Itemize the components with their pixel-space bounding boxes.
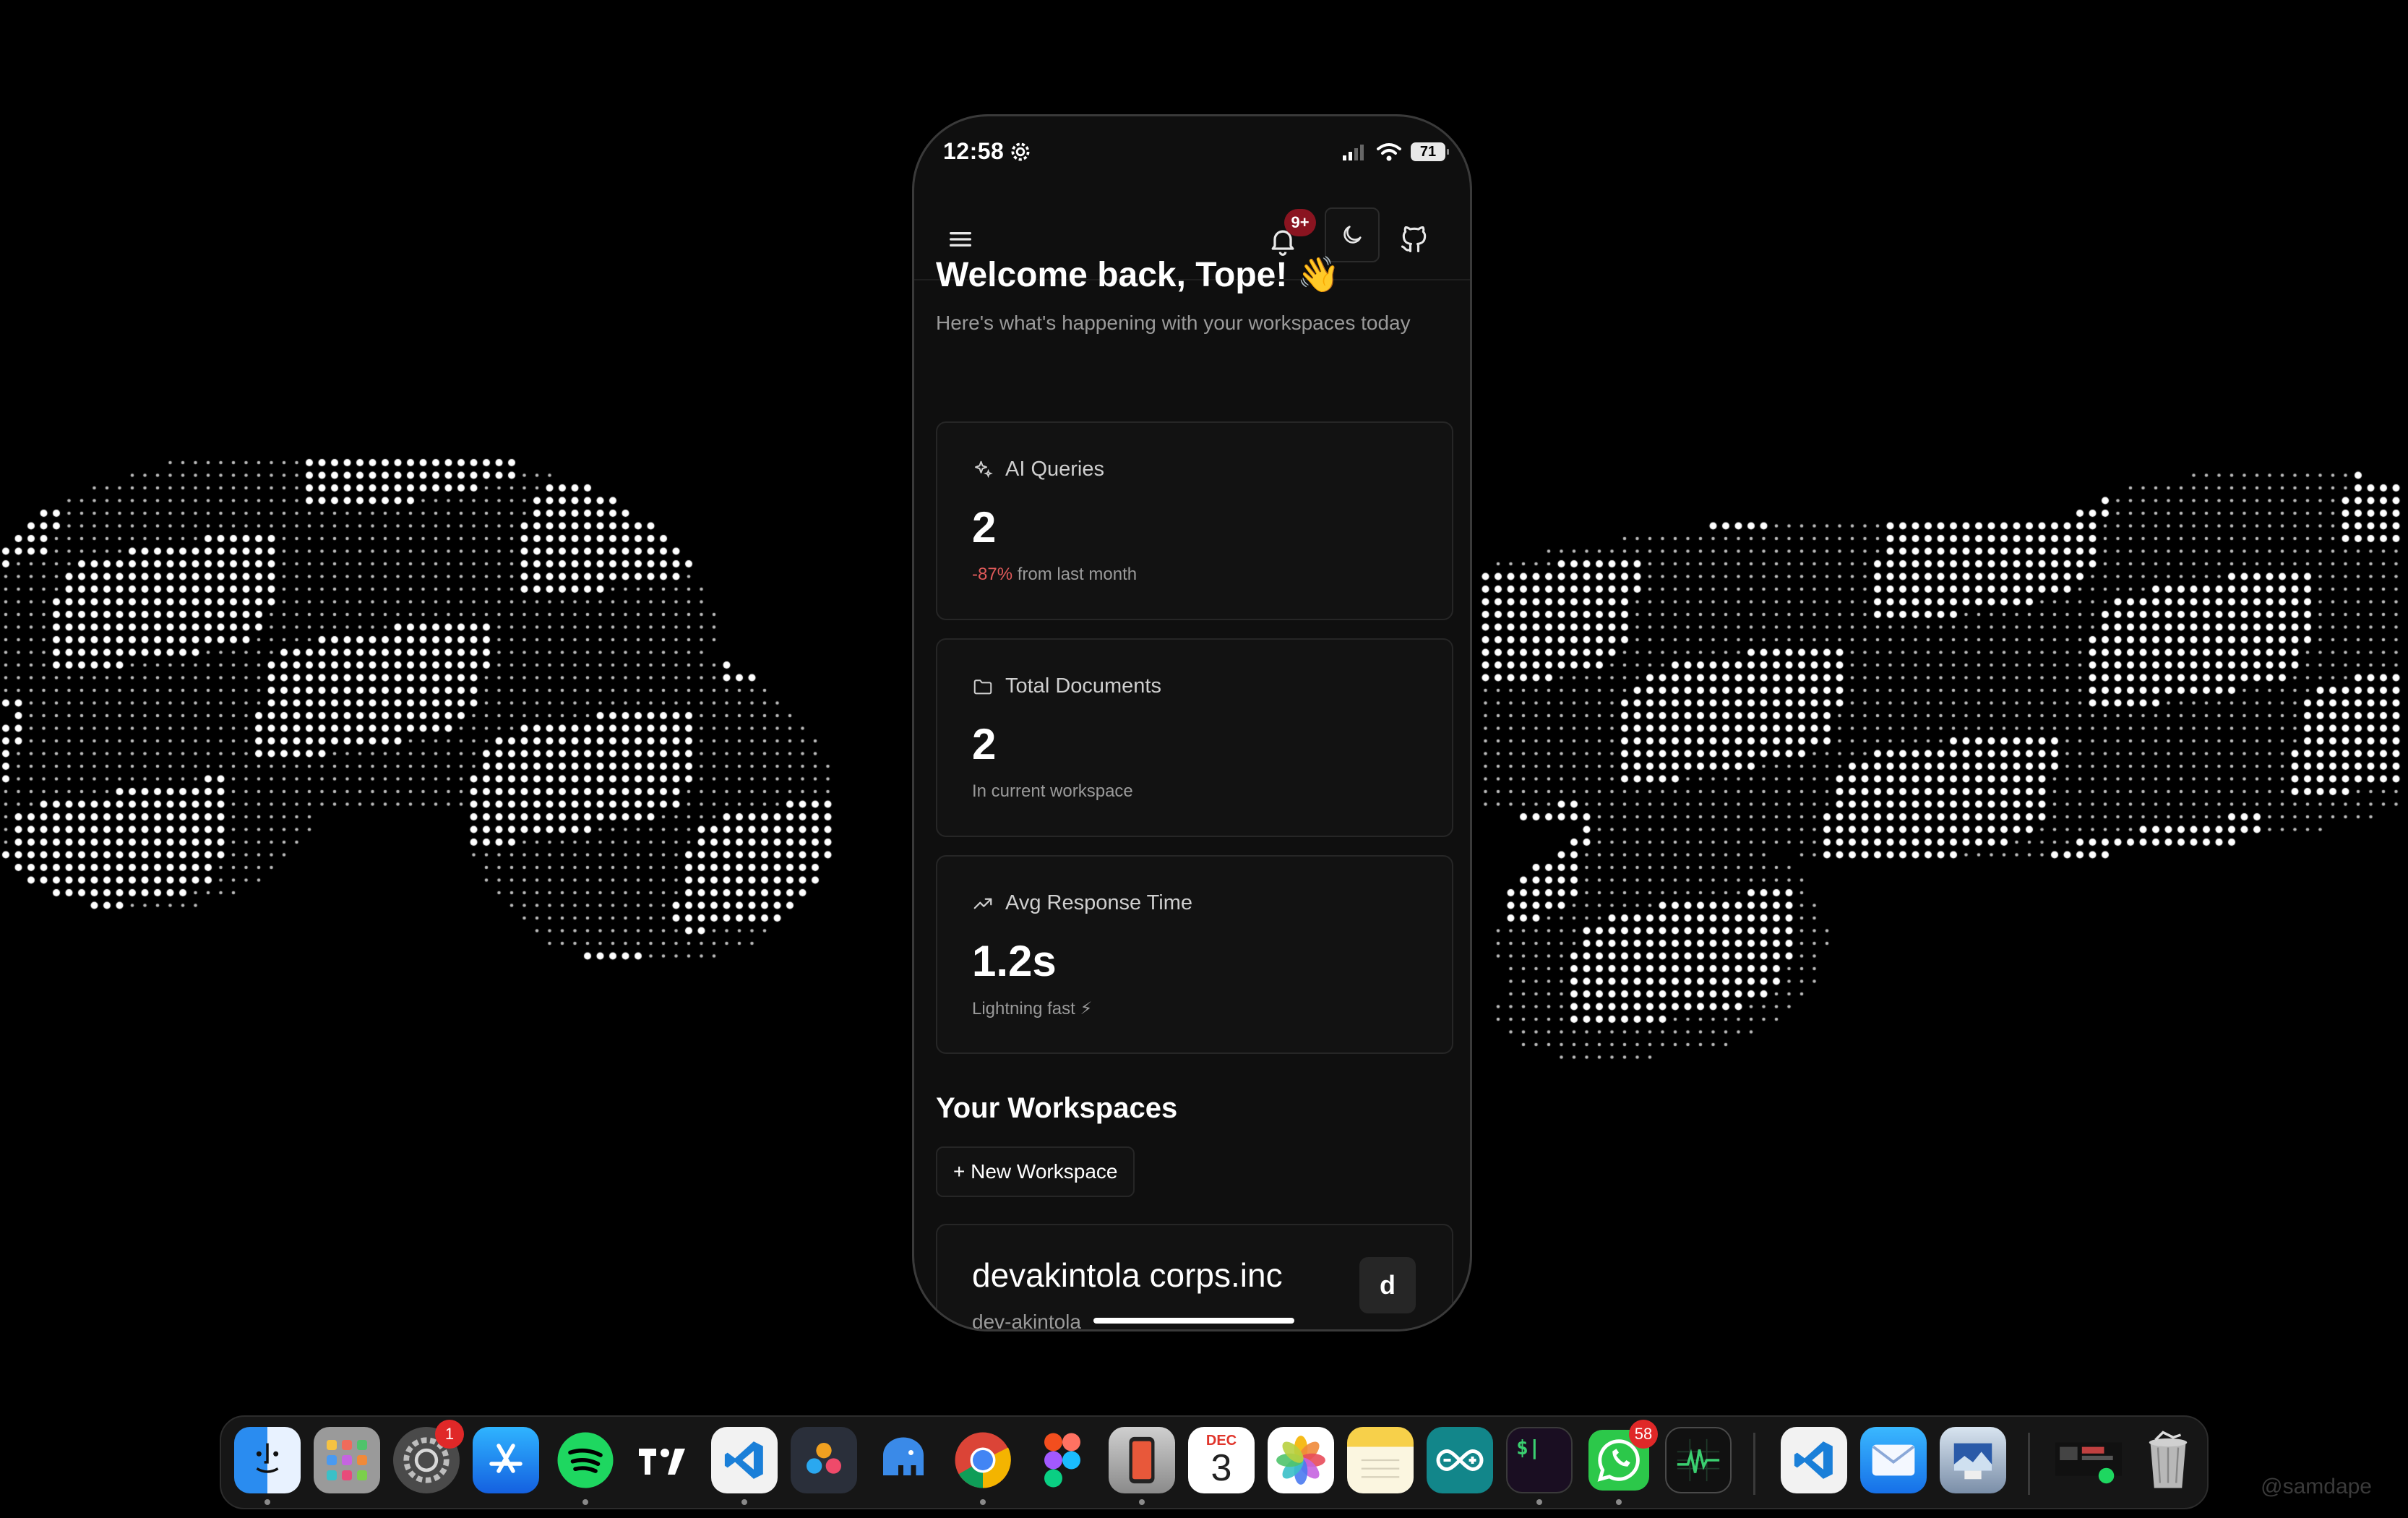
- status-right: 71: [1341, 141, 1449, 163]
- settings-badge: 1: [435, 1420, 464, 1449]
- stat-card-total-documents: Total Documents 2 In current workspace: [936, 638, 1453, 837]
- davinci-resolve-icon[interactable]: [791, 1427, 857, 1493]
- running-indicator: [980, 1499, 986, 1505]
- notification-badge: 9+: [1284, 209, 1316, 236]
- sparkles-icon: [975, 460, 993, 478]
- terminal-prompt: $|: [1516, 1436, 1541, 1459]
- tradingview-icon[interactable]: [632, 1427, 698, 1493]
- folder-icon: [973, 679, 992, 694]
- notes-icon[interactable]: [1347, 1427, 1414, 1493]
- dock-separator: [2028, 1433, 2030, 1495]
- calendar-day: 3: [1211, 1447, 1232, 1489]
- launchpad-icon[interactable]: [314, 1427, 380, 1493]
- stat-label: AI Queries: [1005, 458, 1104, 481]
- spotify-icon[interactable]: [552, 1427, 619, 1493]
- tableplus-elephant-icon[interactable]: [870, 1427, 937, 1493]
- stat-card-avg-response-time: Avg Response Time 1.2s Lightning fast ⚡: [936, 855, 1453, 1054]
- arduino-icon[interactable]: [1427, 1427, 1493, 1493]
- terminal-icon[interactable]: $|: [1506, 1427, 1573, 1493]
- macos-dock: 1 DEC 3 $| 58: [220, 1415, 2209, 1509]
- moon-icon: [1343, 226, 1362, 244]
- running-indicator: [1616, 1499, 1622, 1505]
- menu-icon[interactable]: [946, 225, 975, 254]
- running-indicator: [1536, 1499, 1542, 1505]
- wifi-icon: [1377, 143, 1401, 161]
- home-indicator[interactable]: [1093, 1318, 1294, 1324]
- stat-value: 2: [972, 503, 997, 552]
- stat-label: Total Documents: [1005, 674, 1161, 698]
- watermark: @samdape: [2261, 1475, 2372, 1498]
- welcome-title: Welcome back, Tope! 👋: [936, 256, 1341, 294]
- status-bar: 12:58 71: [914, 116, 1470, 189]
- workspaces-title: Your Workspaces: [936, 1092, 1178, 1124]
- chrome-icon[interactable]: [950, 1427, 1016, 1493]
- workspace-name: devakintola corps.inc: [972, 1256, 1283, 1294]
- calendar-icon[interactable]: DEC 3: [1188, 1427, 1255, 1493]
- status-time: 12:58: [943, 138, 1005, 164]
- running-indicator: [1139, 1499, 1145, 1505]
- gear-icon: [1011, 142, 1030, 161]
- mail-icon[interactable]: [1860, 1427, 1927, 1493]
- whatsapp-badge: 58: [1629, 1420, 1658, 1449]
- preview-icon[interactable]: [1940, 1427, 2006, 1493]
- stat-sub: from last month: [1012, 565, 1138, 584]
- new-workspace-button[interactable]: + New Workspace: [936, 1146, 1135, 1197]
- activity-monitor-icon[interactable]: [1665, 1427, 1732, 1493]
- cellular-signal-icon: [1343, 145, 1364, 160]
- finder-icon[interactable]: [234, 1427, 301, 1493]
- stat-value: 1.2s: [972, 937, 1057, 985]
- stat-value: 2: [972, 720, 997, 768]
- stat-label: Avg Response Time: [1005, 891, 1192, 914]
- welcome-subtitle: Here's what's happening with your worksp…: [936, 312, 1411, 334]
- iphone-mirroring-icon[interactable]: [1109, 1427, 1175, 1493]
- battery-icon: 71: [1411, 142, 1449, 161]
- trending-up-icon: [973, 898, 992, 909]
- running-indicator: [582, 1499, 588, 1505]
- vscode-icon[interactable]: [1781, 1427, 1847, 1493]
- photos-icon[interactable]: [1268, 1427, 1334, 1493]
- trash-icon[interactable]: [2135, 1427, 2201, 1493]
- stat-sub: Lightning fast ⚡: [972, 999, 1093, 1019]
- stat-delta: -87%: [972, 565, 1013, 584]
- workspace-avatar: d: [1359, 1257, 1416, 1313]
- vscode-icon[interactable]: [711, 1427, 778, 1493]
- workspace-card[interactable]: devakintola corps.inc dev-akintola d: [936, 1224, 1453, 1332]
- workspace-slug: dev-akintola: [972, 1311, 1081, 1332]
- figma-icon[interactable]: [1029, 1427, 1096, 1493]
- running-indicator: [741, 1499, 747, 1505]
- phone-frame: 12:58 71 9+ Welcome back, Tope! 👋 Here's…: [912, 114, 1472, 1332]
- stat-card-ai-queries: AI Queries 2 -87% from last month: [936, 421, 1453, 620]
- minimized-window-thumbnail[interactable]: [2055, 1427, 2122, 1493]
- dock-separator: [1753, 1433, 1755, 1495]
- running-indicator: [265, 1499, 270, 1505]
- stat-sub: In current workspace: [972, 781, 1133, 801]
- github-icon[interactable]: [1398, 223, 1430, 255]
- app-store-icon[interactable]: [473, 1427, 539, 1493]
